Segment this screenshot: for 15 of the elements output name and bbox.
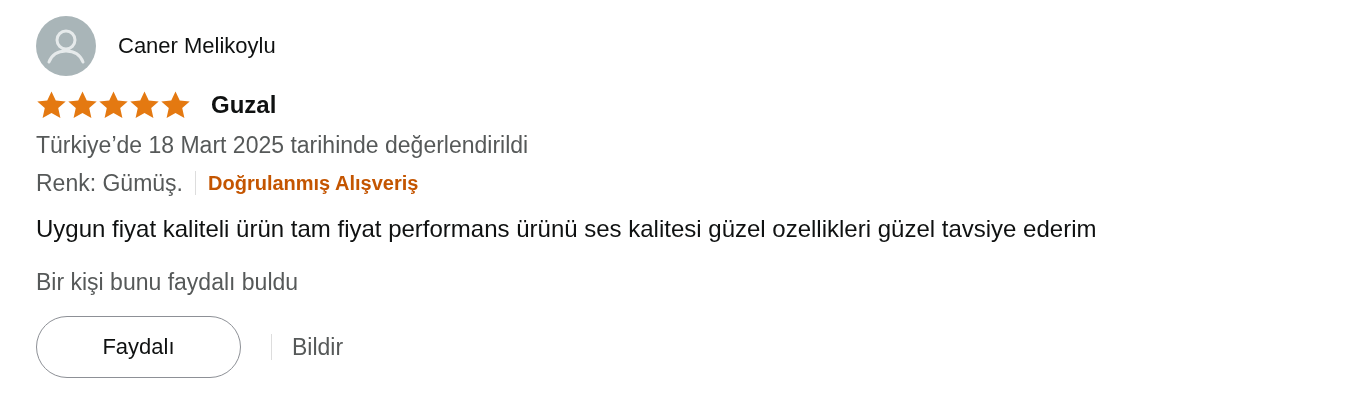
review-title: Guzal [211, 93, 277, 117]
star-icon [67, 90, 98, 120]
variant-label: Renk: Gümüş. [36, 171, 183, 195]
star-icon [160, 90, 191, 120]
verified-purchase-label: Doğrulanmış Alışveriş [208, 173, 419, 193]
reviewer-name: Caner Melikoylu [118, 35, 276, 57]
star-icon [98, 90, 129, 120]
report-link[interactable]: Bildir [292, 335, 344, 359]
review-date: Türkiye’de 18 Mart 2025 tarihinde değerlendirildi [36, 134, 530, 157]
helpful-count: Bir kişi bunu faydalı buldu [36, 271, 300, 294]
review-body: Uygun fiyat kaliteli ürün tam fiyat performans ürünü ses kalitesi güzel ozellikleri güzel tavsiye ederim [36, 217, 1098, 241]
star-icon [36, 90, 67, 120]
helpful-button[interactable]: Faydalı [36, 316, 241, 378]
avatar-icon [36, 16, 96, 76]
star-icon [129, 90, 160, 120]
